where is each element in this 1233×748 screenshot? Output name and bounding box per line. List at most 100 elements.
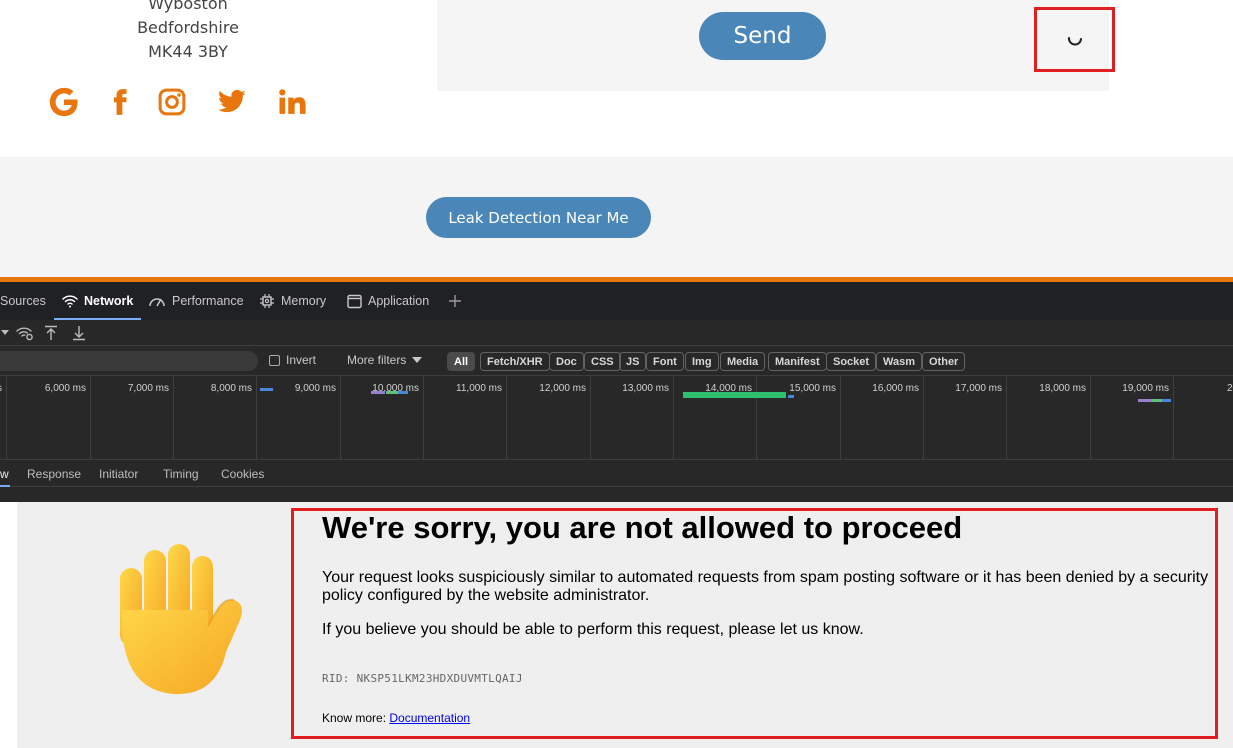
address-line-3: MK44 3BY — [148, 42, 228, 61]
loading-spinner-icon — [1068, 37, 1082, 46]
dropdown-caret-icon[interactable] — [0, 324, 14, 342]
waterfall-bar — [1162, 399, 1171, 402]
timeline-gridline — [1090, 376, 1091, 460]
filter-chip-socket[interactable]: Socket — [826, 352, 877, 371]
cta-band: Leak Detection Near Me — [0, 157, 1233, 277]
send-button[interactable]: Send — [699, 12, 826, 60]
waterfall-bar — [1138, 399, 1152, 402]
timeline-gridline — [840, 376, 841, 460]
filter-chip-img[interactable]: Img — [685, 352, 719, 371]
timeline-gridline — [506, 376, 507, 460]
timeline-tick-label: 12,000 ms — [539, 383, 586, 394]
tab-cookies[interactable]: Cookies — [221, 460, 264, 487]
timeline-tick-label: 8,000 ms — [210, 383, 252, 394]
timeline-gridline — [590, 376, 591, 460]
tab-sources-label: Sources — [0, 294, 46, 308]
timeline-gridline — [923, 376, 924, 460]
waterfall-bar — [260, 388, 273, 391]
timeline-tick-label: s — [0, 383, 2, 394]
plus-icon — [449, 295, 461, 307]
timeline-gridline — [1173, 376, 1174, 460]
timeline-tick-label: 9,000 ms — [294, 383, 336, 394]
filter-chip-doc[interactable]: Doc — [549, 352, 584, 371]
loading-indicator-highlight — [1034, 7, 1115, 72]
invert-label: Invert — [286, 353, 317, 367]
tab-initiator[interactable]: Initiator — [99, 460, 138, 487]
tab-initiator-label: Initiator — [99, 466, 139, 481]
filter-chip-js[interactable]: JS — [619, 352, 647, 371]
tab-response-label: Response — [27, 466, 82, 481]
waterfall-bar — [386, 391, 398, 394]
tab-sources[interactable]: Sources — [0, 282, 46, 320]
more-filters-dropdown[interactable]: More filters — [347, 353, 423, 367]
timeline-tick-label: 17,000 ms — [955, 383, 1002, 394]
timeline-gridline — [1006, 376, 1007, 460]
timeline-gridline — [173, 376, 174, 460]
website-footer: Wyboston Bedfordshire MK44 3BY Send — [0, 0, 1233, 157]
network-conditions-icon[interactable] — [16, 324, 34, 342]
network-toolbar — [0, 320, 1233, 346]
network-filter-bar: Invert More filters All Fetch/XHR Doc CSS JS… — [0, 346, 1233, 376]
screen: Wyboston Bedfordshire MK44 3BY Send Leak… — [0, 0, 1233, 748]
memory-chip-icon — [260, 294, 274, 308]
tab-timing[interactable]: Timing — [163, 460, 199, 487]
filter-chip-media[interactable]: Media — [720, 352, 766, 371]
tab-preview-label: w — [0, 466, 9, 481]
export-har-icon[interactable] — [70, 324, 88, 342]
invert-checkbox[interactable] — [269, 354, 280, 366]
tab-timing-label: Timing — [163, 466, 199, 481]
tab-network-label: Network — [84, 294, 134, 308]
blocked-title: We're sorry, you are not allowed to proc… — [322, 510, 963, 545]
timeline-gridline — [423, 376, 424, 460]
linkedin-icon[interactable] — [274, 82, 310, 122]
filter-chip-other[interactable]: Other — [922, 352, 966, 371]
waterfall-bar — [1152, 399, 1162, 402]
performance-gauge-icon — [149, 298, 165, 307]
timeline-tick-label: 7,000 ms — [127, 383, 169, 394]
twitter-icon[interactable] — [214, 82, 250, 122]
filter-chip-css[interactable]: CSS — [584, 352, 621, 371]
add-tab-button[interactable] — [448, 282, 462, 320]
timeline-tick-label: 19,000 ms — [1122, 383, 1169, 394]
timeline-tick-label: 18,000 ms — [1039, 383, 1086, 394]
filter-chip-all[interactable]: All — [447, 352, 476, 371]
blocked-contact-note: If you believe you should be able to per… — [322, 621, 864, 638]
leak-detection-button[interactable]: Leak Detection Near Me — [426, 197, 651, 238]
timeline-gridline — [256, 376, 257, 460]
invert-toggle[interactable]: Invert — [269, 353, 316, 367]
timeline-gridline — [90, 376, 91, 460]
filter-chip-wasm[interactable]: Wasm — [876, 352, 922, 371]
tab-response[interactable]: Response — [27, 460, 81, 487]
timeline-gridline — [340, 376, 341, 460]
waterfall-bar — [398, 391, 408, 394]
filter-input[interactable] — [0, 351, 258, 371]
tab-preview[interactable]: w — [0, 460, 10, 487]
timeline-gridline — [756, 376, 757, 460]
documentation-link[interactable]: Documentation — [389, 711, 470, 725]
contact-form-panel: Send — [437, 0, 1109, 91]
tab-performance[interactable]: Performance — [148, 282, 244, 320]
tab-cookies-label: Cookies — [221, 466, 265, 481]
google-icon[interactable] — [46, 82, 82, 122]
facebook-icon[interactable] — [102, 82, 138, 122]
request-id: RID: NKSP51LKM23HDXDUVMTLQAIJ — [322, 672, 523, 685]
timeline-gridline — [6, 376, 7, 460]
tab-network[interactable]: Network — [54, 282, 142, 320]
tab-application-label: Application — [368, 294, 430, 308]
import-har-icon[interactable] — [42, 324, 60, 342]
timeline-tick-label: 16,000 ms — [872, 383, 919, 394]
know-more-line: Know more: Documentation — [322, 711, 470, 725]
filter-chip-font[interactable]: Font — [646, 352, 684, 371]
network-waterfall-overview[interactable]: s6,000 ms7,000 ms8,000 ms9,000 ms10,000 … — [0, 376, 1233, 460]
tab-application[interactable]: Application — [347, 282, 429, 320]
tab-memory-label: Memory — [281, 294, 327, 308]
filter-chip-fetch-xhr[interactable]: Fetch/XHR — [480, 352, 550, 371]
timeline-gridline — [673, 376, 674, 460]
filter-chip-manifest[interactable]: Manifest — [768, 352, 827, 371]
chevron-down-icon — [412, 357, 423, 363]
devtools-tabbar: Sources Network Performance Memory Appli… — [0, 282, 1233, 320]
instagram-icon[interactable] — [154, 82, 190, 122]
tab-memory[interactable]: Memory — [259, 282, 326, 320]
timeline-tick-label: 20,00 — [1226, 383, 1233, 394]
request-detail-tabs: w Response Initiator Timing Cookies — [0, 460, 1233, 487]
